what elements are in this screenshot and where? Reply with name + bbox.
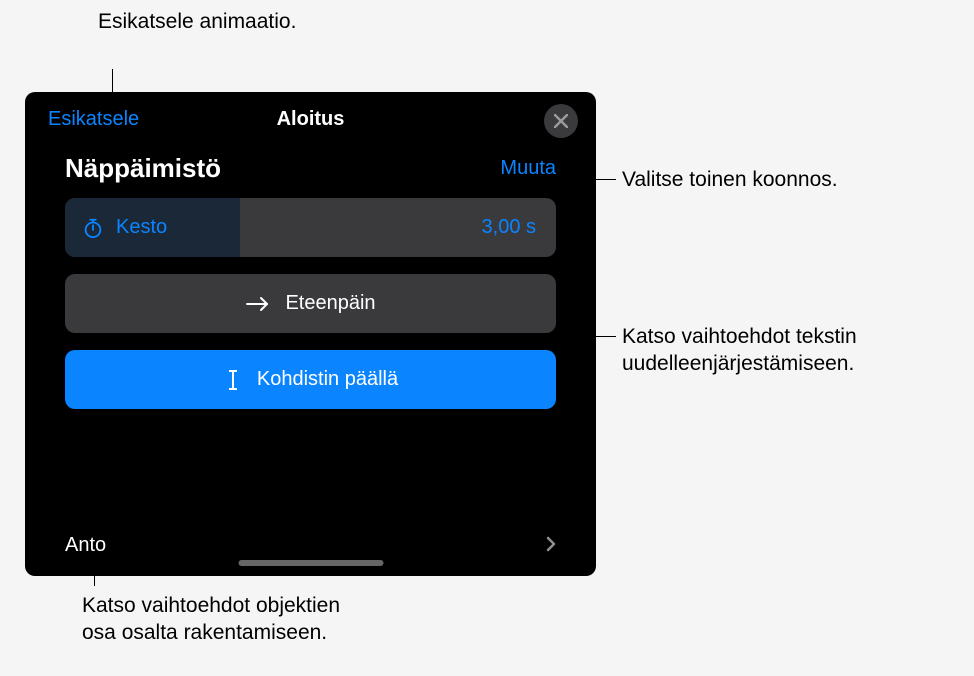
callout-preview-line1: Esikatsele animaatio. xyxy=(98,8,296,35)
home-indicator[interactable] xyxy=(238,560,383,566)
panel-header: Esikatsele Aloitus xyxy=(25,92,596,147)
effect-name: Näppäimistö xyxy=(65,153,221,184)
duration-value: 3,00 s xyxy=(240,198,556,257)
change-button[interactable]: Muuta xyxy=(500,157,556,180)
cursor-button[interactable]: Kohdistin päällä xyxy=(65,350,556,409)
callout-change-text: Valitse toinen koonnos. xyxy=(622,168,838,191)
arrow-right-icon xyxy=(245,296,271,312)
callout-delivery-line2: osa osalta rakentamiseen. xyxy=(82,619,340,646)
duration-row[interactable]: Kesto 3,00 s xyxy=(65,198,556,257)
callout-delivery-line1: Katso vaihtoehdot objektien xyxy=(82,592,340,619)
callout-preview: Esikatsele animaatio. xyxy=(98,8,296,35)
direction-button[interactable]: Eteenpäin xyxy=(65,274,556,333)
close-button[interactable] xyxy=(544,104,578,138)
callout-forward: Katso vaihtoehdot tekstin uudelleenjärje… xyxy=(622,323,857,378)
callout-change: Valitse toinen koonnos. xyxy=(622,166,838,193)
subheader: Näppäimistö Muuta xyxy=(25,147,596,198)
delivery-row[interactable]: Anto xyxy=(65,532,556,558)
duration-left: Kesto xyxy=(65,198,240,257)
controls: Kesto 3,00 s Eteenpäin Kohdistin päällä xyxy=(25,198,596,409)
cursor-label: Kohdistin päällä xyxy=(257,368,398,391)
stopwatch-icon xyxy=(82,217,104,239)
duration-label: Kesto xyxy=(116,216,167,239)
callout-forward-line2: uudelleenjärjestämiseen. xyxy=(622,350,857,377)
delivery-label: Anto xyxy=(65,534,106,557)
cursor-icon xyxy=(223,368,243,392)
direction-label: Eteenpäin xyxy=(285,292,375,315)
animation-panel: Esikatsele Aloitus Näppäimistö Muuta Kes… xyxy=(25,92,596,576)
chevron-right-icon xyxy=(546,532,556,558)
preview-button[interactable]: Esikatsele xyxy=(48,108,139,131)
close-icon xyxy=(554,114,568,128)
callout-forward-line1: Katso vaihtoehdot tekstin xyxy=(622,323,857,350)
callout-delivery: Katso vaihtoehdot objektien osa osalta r… xyxy=(82,592,340,647)
